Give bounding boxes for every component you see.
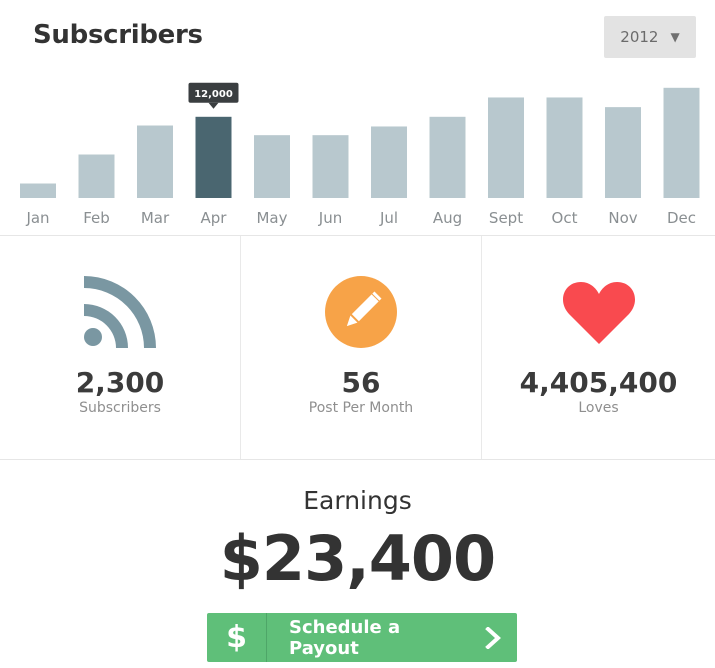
stat-posts-value: 56 [341, 366, 381, 399]
chart-tooltip-value: 12,000 [194, 89, 233, 100]
caret-down-icon: ▼ [670, 30, 680, 44]
chart-month-label: May [256, 209, 287, 227]
stat-subscribers: 2,300 Subscribers [0, 236, 240, 459]
year-dropdown-value: 2012 [620, 28, 659, 46]
schedule-payout-button[interactable]: $ Schedule a Payout [207, 613, 517, 662]
chart-bar-dec[interactable] [663, 87, 700, 198]
schedule-payout-label: Schedule a Payout [289, 616, 401, 659]
chart-bar-jun[interactable] [312, 135, 349, 198]
chart-month-labels: Jan Feb Mar Apr May Jun Jul Aug Sept Oct Nov Dec [25, 209, 696, 227]
chart-bar-oct[interactable] [546, 97, 583, 198]
chart-month-label: Oct [552, 209, 578, 227]
subscribers-bar-chart: Jan Feb Mar Apr May Jun Jul Aug Sept Oct Nov Dec 12… [20, 82, 700, 227]
chart-month-label: Jan [25, 209, 49, 227]
chart-month-label: Jul [379, 209, 398, 227]
earnings-title: Earnings [303, 486, 412, 515]
chart-bars [20, 87, 700, 199]
chart-month-label: Nov [608, 209, 637, 227]
stat-loves: 4,405,400 Loves [482, 236, 715, 459]
stat-posts-label: Post Per Month [308, 400, 414, 416]
page-title: Subscribers [33, 20, 203, 50]
chart-bar-apr[interactable] [195, 116, 232, 198]
rss-icon [84, 276, 156, 348]
chart-bar-mar[interactable] [137, 125, 173, 199]
chart-month-label: Aug [433, 209, 462, 227]
stat-posts: 56 Post Per Month [241, 236, 481, 459]
chart-month-label: Jun [318, 209, 342, 227]
stat-loves-label: Loves [578, 400, 619, 416]
stat-subscribers-label: Subscribers [79, 400, 161, 416]
chart-month-label: Dec [667, 209, 696, 227]
chart-bar-nov[interactable] [605, 107, 641, 198]
stat-subscribers-value: 2,300 [75, 366, 165, 399]
chart-month-label: Feb [83, 209, 110, 227]
earnings-value: $23,400 [219, 522, 496, 595]
chart-month-label: Mar [141, 209, 170, 227]
chart-month-label: Sept [489, 209, 523, 227]
chevron-right-icon [469, 626, 517, 649]
chart-bar-jul[interactable] [371, 126, 407, 198]
chart-bar-may[interactable] [254, 135, 290, 198]
chart-bar-feb[interactable] [78, 154, 115, 199]
divider-bottom [0, 459, 715, 460]
chart-tooltip: 12,000 [188, 82, 239, 109]
chart-bar-aug[interactable] [429, 116, 466, 198]
dollar-icon: $ [207, 613, 267, 662]
chart-bar-jan[interactable] [20, 183, 56, 199]
year-dropdown[interactable]: 2012 ▼ [604, 16, 696, 58]
stat-loves-value: 4,405,400 [519, 366, 678, 399]
chart-bar-sept[interactable] [488, 97, 524, 198]
chart-tooltip-pointer [208, 102, 219, 109]
pencil-icon [325, 276, 397, 348]
heart-icon [562, 282, 635, 344]
chart-month-label: Apr [201, 209, 228, 227]
